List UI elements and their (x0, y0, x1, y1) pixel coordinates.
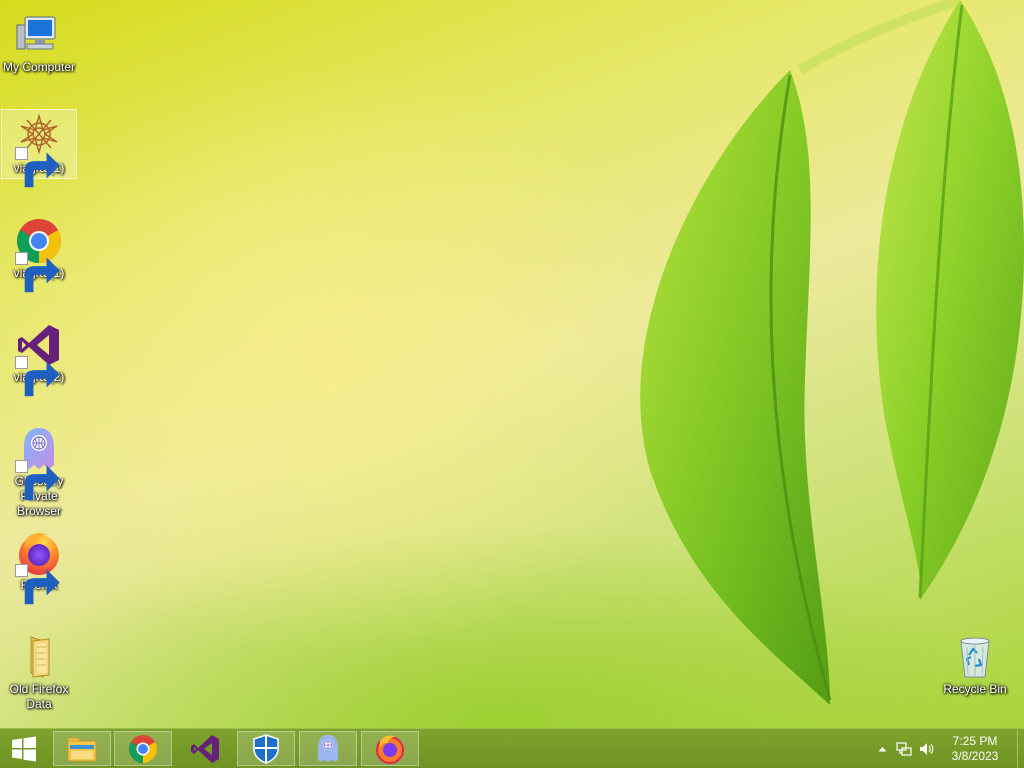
shortcut-arrow-icon (15, 356, 60, 397)
network-status-button[interactable] (893, 729, 915, 768)
ghostery-icon (15, 425, 63, 501)
windows-start-icon (12, 736, 36, 761)
system-tray: 7:25 PM 3/8/2023 (871, 729, 1024, 768)
chrome-icon (129, 734, 157, 763)
desktop-icon-label: My Computer (2, 60, 76, 74)
desktop-icon-recycle-bin[interactable]: Recycle Bin (937, 630, 1013, 698)
taskbar: 7:25 PM 3/8/2023 (0, 728, 1024, 768)
shortcut-arrow-icon (15, 252, 60, 293)
taskbar-chrome[interactable] (114, 731, 172, 766)
defender-shield-icon (253, 733, 279, 764)
file-explorer-icon (67, 737, 97, 761)
volume-button[interactable] (915, 729, 937, 768)
taskbar-windows-defender[interactable] (237, 731, 295, 766)
desktop-icon-old-firefox-data[interactable]: Old Firefox Data (1, 630, 77, 713)
network-icon (896, 741, 912, 756)
taskbar-ghostery[interactable] (299, 731, 357, 766)
shortcut-arrow-icon (15, 564, 60, 605)
clock-date: 3/8/2023 (951, 748, 999, 763)
ghostery-icon (318, 734, 338, 762)
desktop-icon-label: Old Firefox Data (9, 682, 69, 711)
volume-icon (920, 742, 934, 755)
leaf-wallpaper-art (640, 0, 1024, 705)
visual-studio-icon (15, 321, 63, 397)
show-hidden-icons-button[interactable] (871, 729, 893, 768)
taskbar-visual-studio[interactable] (176, 731, 234, 766)
taskbar-file-explorer[interactable] (53, 731, 111, 766)
shortcut-arrow-icon (15, 460, 60, 501)
start-button[interactable] (0, 729, 48, 768)
computer-icon (15, 11, 63, 59)
desktop-icon-label: Recycle Bin (943, 682, 1007, 696)
desktop-icon-my-computer[interactable]: My Computer (1, 8, 77, 76)
desktop-icon-viagra-2-visual-studio[interactable]: viagra (2) (1, 318, 77, 397)
recycle-bin-icon (951, 633, 999, 681)
desktop-icon-viagra-1-chrome[interactable]: viagra (1) (1, 214, 77, 293)
visual-studio-icon (191, 734, 219, 763)
firefox-icon (376, 735, 404, 764)
show-hidden-icons-chevron-icon (878, 746, 886, 751)
shortcut-arrow-icon (15, 147, 60, 188)
show-desktop-button[interactable] (1017, 729, 1024, 768)
desktop-wallpaper[interactable]: My Computer viagra (1) (0, 0, 1024, 728)
clock-time: 7:25 PM (952, 733, 998, 748)
taskbar-firefox[interactable] (361, 731, 419, 766)
desktop-icon-firefox[interactable]: Firefox (1, 526, 77, 605)
desktop-icon-viagra-1-pattern[interactable]: viagra (1) (1, 109, 77, 188)
flower-pattern-icon (15, 112, 63, 188)
clock[interactable]: 7:25 PM 3/8/2023 (943, 729, 1007, 768)
chrome-icon (15, 217, 63, 293)
firefox-icon (15, 529, 63, 605)
folder-icon (15, 633, 63, 681)
desktop-icon-ghostery-private-browser[interactable]: Ghostery Private Browser (1, 422, 77, 520)
